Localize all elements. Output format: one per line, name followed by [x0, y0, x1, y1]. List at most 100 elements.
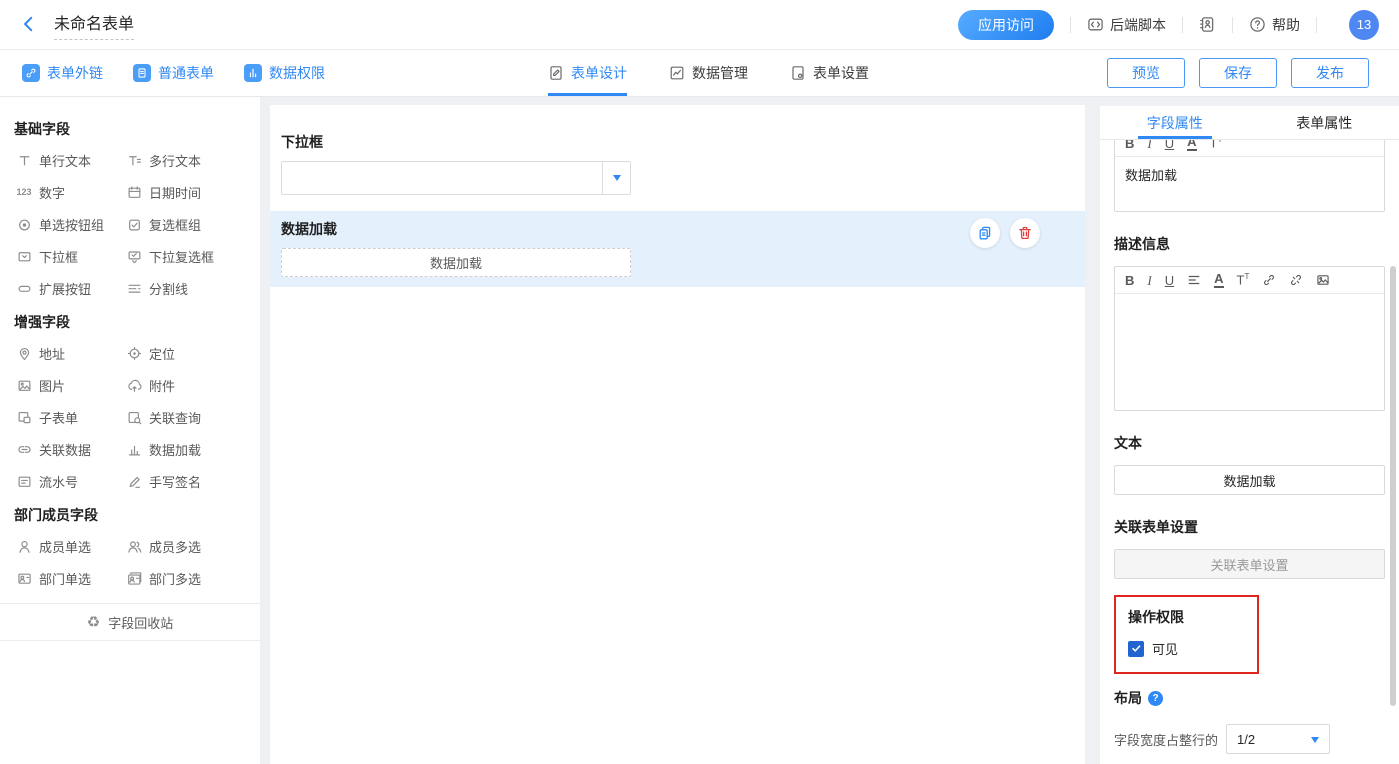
form-title[interactable]: 未命名表单 — [54, 10, 134, 40]
field-item-location[interactable]: 定位 — [110, 337, 260, 369]
single-line-text-icon — [16, 153, 32, 168]
field-item-data-load[interactable]: 数据加载 — [110, 433, 260, 465]
relation-form-button[interactable]: 关联表单设置 — [1114, 549, 1385, 579]
form-type-tab-chart[interactable]: 数据权限 — [244, 63, 325, 83]
italic-icon[interactable]: I — [1147, 140, 1151, 150]
bold-icon[interactable]: B — [1125, 274, 1134, 287]
designer-tab-settings[interactable]: 表单设置 — [790, 50, 869, 96]
field-item-single-line-text[interactable]: 单行文本 — [0, 144, 110, 176]
contacts-button[interactable] — [1199, 16, 1216, 33]
field-item-dept-multi[interactable]: 部门多选 — [110, 562, 260, 594]
field-item-multi-select[interactable]: 下拉复选框 — [110, 240, 260, 272]
help-label: 帮助 — [1272, 15, 1300, 35]
field-item-multi-line-text[interactable]: 多行文本 — [110, 144, 260, 176]
text-value-input[interactable]: 数据加载 — [1114, 465, 1385, 495]
recycle-icon — [87, 613, 100, 631]
link-icon — [22, 64, 40, 82]
field-width-select[interactable]: 1/2 — [1226, 724, 1330, 754]
link-chain-icon[interactable] — [1262, 273, 1276, 287]
backend-script-button[interactable]: 后端脚本 — [1087, 15, 1166, 35]
font-color-icon[interactable]: A — [1214, 272, 1223, 288]
field-item-attachment[interactable]: 附件 — [110, 369, 260, 401]
field-item-label: 成员多选 — [149, 537, 201, 556]
tab-label: 普通表单 — [158, 63, 214, 83]
image-insert-icon[interactable] — [1316, 273, 1330, 287]
avatar[interactable]: 13 — [1349, 10, 1379, 40]
field-item-label: 分割线 — [149, 279, 188, 298]
font-size-icon[interactable]: TT — [1237, 273, 1250, 286]
field-item-relation-data[interactable]: 关联数据 — [0, 433, 110, 465]
field-item-subform[interactable]: 子表单 — [0, 401, 110, 433]
bold-icon[interactable]: B — [1125, 140, 1134, 150]
tab-label: 数据权限 — [269, 63, 325, 83]
field-recycle-bin[interactable]: 字段回收站 — [0, 603, 260, 641]
field-item-dept-single[interactable]: 部门单选 — [0, 562, 110, 594]
font-color-icon[interactable]: A — [1187, 140, 1196, 151]
field-item-label: 复选框组 — [149, 215, 201, 234]
designer-tab-data[interactable]: 数据管理 — [669, 50, 748, 96]
divider — [1182, 17, 1183, 33]
field-item-member-multi[interactable]: 成员多选 — [110, 530, 260, 562]
underline-icon[interactable]: U — [1165, 140, 1174, 150]
properties-tab-0[interactable]: 字段属性 — [1100, 106, 1250, 139]
copy-field-button[interactable] — [970, 218, 1000, 248]
layout-row: 布局 — [1114, 688, 1385, 708]
italic-icon[interactable]: I — [1147, 274, 1151, 287]
field-item-select[interactable]: 下拉框 — [0, 240, 110, 272]
check-icon — [1131, 643, 1142, 654]
field-item-number[interactable]: 123数字 — [0, 176, 110, 208]
field-item-label: 成员单选 — [39, 537, 91, 556]
back-button[interactable] — [20, 15, 40, 35]
section-title: 增强字段 — [0, 312, 260, 332]
field-grid: 单行文本多行文本123数字日期时间单选按钮组 复选框组下拉框 下拉复选框扩展按钮 分割… — [0, 144, 260, 304]
action-button-0[interactable]: 预览 — [1107, 58, 1185, 88]
divider-line-icon — [126, 281, 142, 296]
designer-tab-design[interactable]: 表单设计 — [548, 50, 627, 96]
field-item-checkbox-group[interactable]: 复选框组 — [110, 208, 260, 240]
font-size-icon[interactable]: TT — [1210, 140, 1223, 150]
dept-multi-icon — [126, 571, 142, 586]
field-item-datetime[interactable]: 日期时间 — [110, 176, 260, 208]
form-type-tab-doc[interactable]: 普通表单 — [133, 63, 214, 83]
align-icon[interactable] — [1187, 273, 1201, 287]
doc-icon — [133, 64, 151, 82]
visible-checkbox[interactable] — [1128, 641, 1144, 657]
action-button-1[interactable]: 保存 — [1199, 58, 1277, 88]
field-item-address[interactable]: 地址 — [0, 337, 110, 369]
field-item-signature[interactable]: 手写签名 — [110, 465, 260, 497]
layout-help-icon[interactable] — [1148, 691, 1163, 706]
action-button-2[interactable]: 发布 — [1291, 58, 1369, 88]
field-item-label: 下拉框 — [39, 247, 78, 266]
field-item-image[interactable]: 图片 — [0, 369, 110, 401]
underline-icon[interactable]: U — [1165, 274, 1174, 287]
chart-icon — [244, 64, 262, 82]
action-buttons: 预览保存发布 — [1107, 50, 1369, 96]
field-item-relation-query[interactable]: 关联查询 — [110, 401, 260, 433]
description-editor-value[interactable] — [1115, 294, 1384, 410]
help-icon — [1249, 16, 1266, 33]
app-access-button[interactable]: 应用访问 — [958, 10, 1054, 40]
select-caret-button[interactable] — [602, 162, 630, 194]
field-item-serial-number[interactable]: 流水号 — [0, 465, 110, 497]
panel-scrollbar[interactable] — [1390, 266, 1396, 706]
serial-number-icon — [16, 474, 32, 489]
field-item-extend-button[interactable]: 扩展按钮 — [0, 272, 110, 304]
field-item-radio-group[interactable]: 单选按钮组 — [0, 208, 110, 240]
relation-form-label: 关联表单设置 — [1114, 517, 1385, 537]
help-button[interactable]: 帮助 — [1249, 15, 1300, 35]
unlink-icon[interactable] — [1289, 273, 1303, 287]
field-item-label: 数据加载 — [149, 440, 201, 459]
title-editor-value[interactable]: 数据加载 — [1115, 157, 1384, 211]
select-field-input[interactable] — [281, 161, 631, 195]
field-item-label: 图片 — [39, 376, 65, 395]
field-item-divider-line[interactable]: 分割线 — [110, 272, 260, 304]
data-load-field-row-selected[interactable]: 数据加载 数据加载 — [270, 211, 1085, 287]
caret-down-icon — [613, 175, 621, 181]
data-load-field-button[interactable]: 数据加载 — [281, 248, 631, 277]
field-grid: 成员单选 成员多选部门单选部门多选 — [0, 530, 260, 594]
properties-tab-1[interactable]: 表单属性 — [1250, 106, 1399, 139]
delete-field-button[interactable] — [1010, 218, 1040, 248]
field-item-member-single[interactable]: 成员单选 — [0, 530, 110, 562]
multi-line-text-icon — [126, 153, 142, 168]
form-type-tab-link[interactable]: 表单外链 — [22, 63, 103, 83]
